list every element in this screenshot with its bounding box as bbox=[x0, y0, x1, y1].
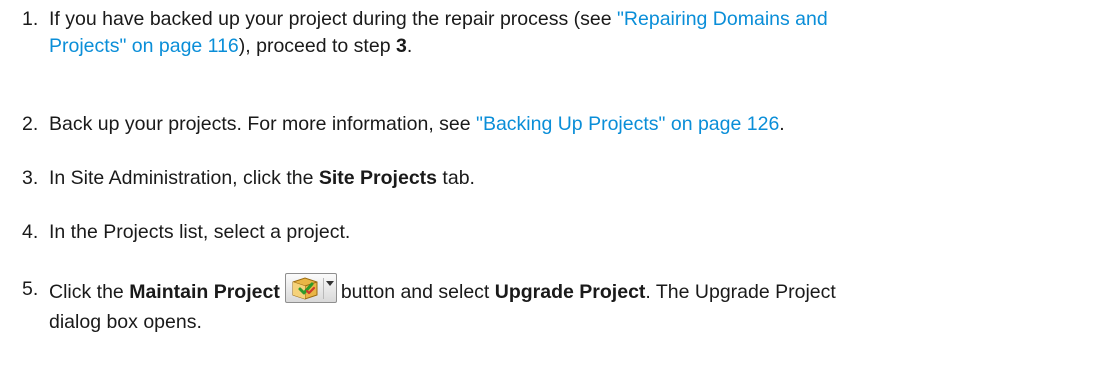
step-number: 3. bbox=[22, 167, 39, 189]
step-text-segment: Back up your projects. For more informat… bbox=[49, 113, 477, 135]
step-reference: 3 bbox=[395, 35, 407, 57]
step-text-segment: Click the bbox=[49, 281, 130, 303]
link-text-line-2: Projects" on page 116 bbox=[49, 35, 239, 57]
step-number: 5. bbox=[22, 278, 39, 300]
step-text-segment: . bbox=[406, 35, 413, 57]
step-4: 4. In the Projects list, select a projec… bbox=[22, 219, 1082, 246]
step-text-segment: button and select bbox=[340, 281, 495, 303]
button-divider bbox=[322, 278, 324, 299]
ui-term-maintain-project: Maintain Project bbox=[129, 281, 280, 303]
step-text: If you have backed up your project durin… bbox=[49, 6, 1082, 60]
link-text-line-1: "Repairing Domains and bbox=[617, 8, 828, 30]
step-text-segment: In Site Administration, click the bbox=[49, 167, 319, 189]
ui-term-site-projects: Site Projects bbox=[318, 167, 438, 189]
maintain-project-icon bbox=[292, 277, 318, 300]
step-text-segment: If you have backed up your project durin… bbox=[49, 8, 617, 30]
step-number: 1. bbox=[22, 8, 39, 30]
ui-term-upgrade-project: Upgrade Project bbox=[494, 281, 646, 303]
step-text: In Site Administration, click the Site P… bbox=[49, 165, 1082, 192]
step-3: 3. In Site Administration, click the Sit… bbox=[22, 165, 1082, 192]
step-text-segment: ), proceed to step bbox=[238, 35, 396, 57]
step-5: 5. Click the Maintain Project button and… bbox=[22, 273, 1082, 337]
step-text: In the Projects list, select a project. bbox=[49, 221, 351, 243]
chevron-down-icon[interactable] bbox=[325, 281, 334, 286]
step-text: Back up your projects. For more informat… bbox=[49, 111, 1082, 138]
step-text-segment: . The Upgrade Project bbox=[645, 281, 836, 303]
step-1: 1. If you have backed up your project du… bbox=[22, 6, 1082, 60]
backing-up-projects-link[interactable]: "Backing Up Projects" on page 126 bbox=[476, 113, 779, 135]
step-number: 4. bbox=[22, 221, 39, 243]
step-text-segment: dialog box opens. bbox=[49, 311, 202, 333]
step-text-segment: tab. bbox=[437, 167, 475, 189]
maintain-project-button[interactable] bbox=[284, 273, 337, 303]
step-text-segment: . bbox=[779, 113, 785, 135]
step-2: 2. Back up your projects. For more infor… bbox=[22, 111, 1082, 138]
step-number: 2. bbox=[22, 113, 39, 135]
step-text: Click the Maintain Project button and se… bbox=[49, 273, 1082, 337]
